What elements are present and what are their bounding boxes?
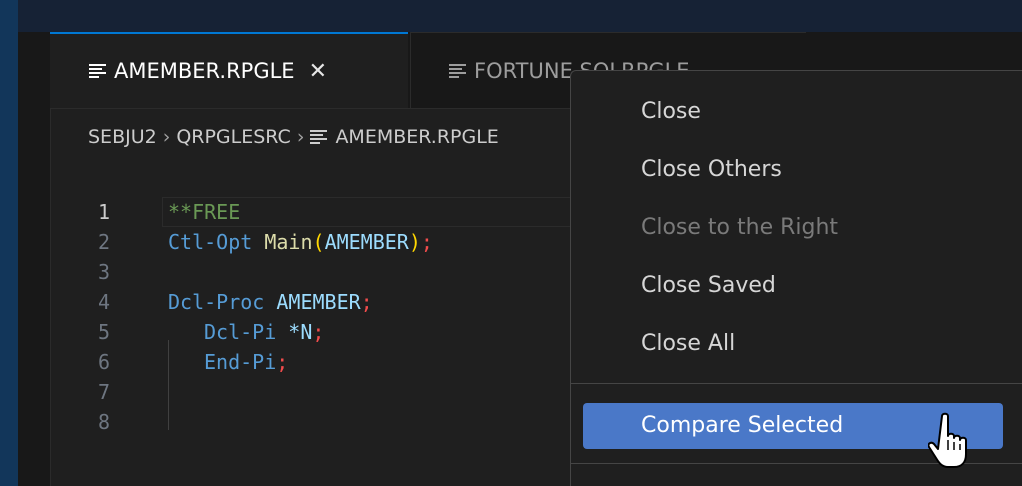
identifier-token: AMEMBER bbox=[276, 290, 361, 314]
lines-file-icon bbox=[89, 64, 106, 78]
desktop-backdrop-left bbox=[0, 0, 18, 486]
line-number: 4 bbox=[97, 290, 110, 314]
keyword-token: Dcl-Proc bbox=[168, 290, 265, 314]
keyword-token: Ctl-Opt bbox=[168, 230, 253, 254]
breadcrumb-item[interactable]: SEBJU2 bbox=[88, 126, 157, 148]
line-number: 2 bbox=[97, 230, 110, 254]
code-text: **FREE bbox=[168, 197, 240, 227]
desktop-backdrop-top bbox=[0, 0, 1022, 32]
menu-item-close-to-the-right: Close to the Right bbox=[641, 215, 839, 240]
code-text: End-Pi; bbox=[204, 347, 288, 377]
line-number: 3 bbox=[97, 260, 110, 284]
identifier-token: *N bbox=[288, 320, 313, 344]
breadcrumb-item[interactable]: AMEMBER.RPGLE bbox=[335, 126, 498, 148]
function-token: Main bbox=[264, 230, 313, 254]
menu-separator bbox=[571, 383, 1022, 384]
menu-item-close-others[interactable]: Close Others bbox=[583, 147, 1003, 193]
code-text: Dcl-Proc AMEMBER; bbox=[168, 287, 373, 317]
code-text: Ctl-Opt Main(AMEMBER); bbox=[168, 227, 433, 257]
line-number: 6 bbox=[97, 350, 110, 374]
lines-file-icon bbox=[449, 63, 466, 78]
keyword-token: Dcl-Pi bbox=[204, 320, 277, 344]
tab-label: AMEMBER.RPGLE bbox=[114, 59, 295, 83]
line-number: 5 bbox=[97, 320, 110, 344]
chevron-right-icon: › bbox=[162, 126, 171, 148]
tab-close-icon[interactable]: ✕ bbox=[309, 59, 327, 84]
line-number: 7 bbox=[97, 380, 110, 404]
breadcrumb: SEBJU2 › QRPGLESRC › AMEMBER.RPGLE bbox=[88, 126, 499, 148]
paren-token: ( bbox=[312, 230, 325, 254]
chevron-right-icon: › bbox=[296, 126, 305, 148]
comment-token: **FREE bbox=[168, 200, 241, 224]
semicolon-token: ; bbox=[312, 320, 325, 344]
keyword-token: End-Pi bbox=[204, 350, 277, 374]
semicolon-token: ; bbox=[360, 290, 373, 314]
menu-item-close-saved[interactable]: Close Saved bbox=[583, 263, 1003, 309]
menu-item-close[interactable]: Close bbox=[583, 89, 1003, 135]
identifier-token: AMEMBER bbox=[324, 230, 409, 254]
side-panel-edge bbox=[18, 32, 51, 486]
semicolon-token: ; bbox=[276, 350, 289, 374]
paren-token: ) bbox=[408, 230, 421, 254]
semicolon-token: ; bbox=[420, 230, 433, 254]
code-text: Dcl-Pi *N; bbox=[204, 317, 324, 347]
breadcrumb-item[interactable]: QRPGLESRC bbox=[176, 126, 291, 148]
tab-amember-rpgle[interactable]: AMEMBER.RPGLE ✕ bbox=[50, 32, 408, 108]
line-number: 8 bbox=[97, 410, 110, 434]
line-number: 1 bbox=[97, 200, 110, 224]
lines-file-icon bbox=[310, 130, 328, 144]
menu-item-close-all[interactable]: Close All bbox=[583, 321, 1003, 367]
hand-pointer-icon bbox=[928, 412, 967, 468]
